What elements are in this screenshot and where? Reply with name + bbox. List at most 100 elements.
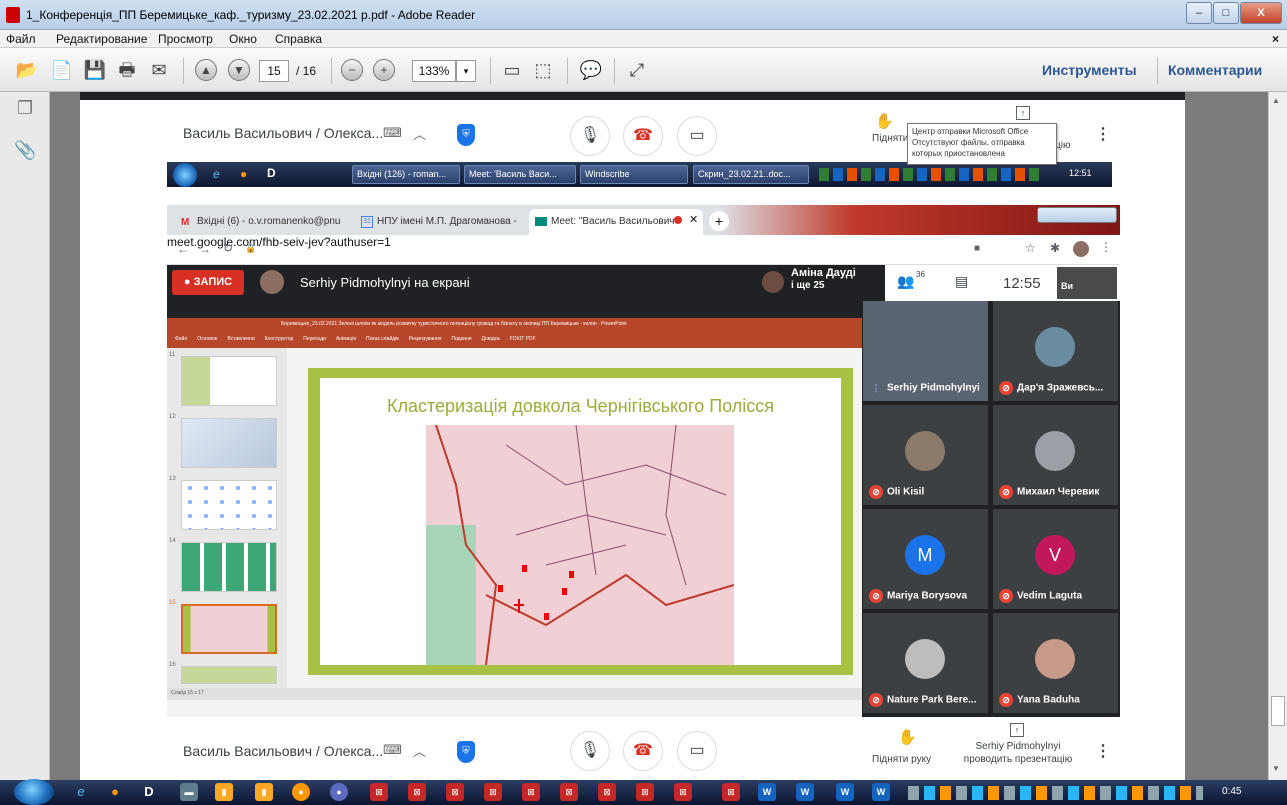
pdf-taskbar-icon[interactable]: ⊠: [722, 783, 740, 801]
slide-thumbnail-selected[interactable]: [181, 604, 277, 654]
microphone-icon[interactable]: 🎙: [570, 116, 610, 156]
more-options-icon[interactable]: ⋮: [1095, 741, 1111, 761]
pdf-taskbar-icon[interactable]: ⊠: [560, 783, 578, 801]
security-shield-icon[interactable]: ⛨: [457, 124, 475, 146]
comment-icon[interactable]: 💬: [578, 57, 604, 83]
zoom-out-icon[interactable]: −: [341, 59, 363, 81]
page-number-input[interactable]: 15: [259, 60, 289, 82]
participant-tile[interactable]: ⊘ Nature Park Bere...: [863, 613, 988, 713]
microphone-icon[interactable]: 🎙: [570, 731, 610, 771]
chrome-menu-icon[interactable]: ⋮: [1100, 240, 1112, 254]
participant-tile[interactable]: V ⊘ Vedim Laguta: [993, 509, 1118, 609]
raise-hand-icon[interactable]: ✋: [898, 728, 917, 746]
zoom-input[interactable]: 133%: [412, 60, 456, 82]
word-icon[interactable]: W: [836, 783, 854, 801]
firefox2-icon[interactable]: ●: [292, 783, 310, 801]
ie-icon[interactable]: e: [72, 783, 90, 801]
participant-tile[interactable]: ⊘ Oli Kisil: [863, 405, 988, 505]
maximize-button[interactable]: □: [1213, 2, 1239, 24]
bookmark-star-icon[interactable]: ☆: [1025, 241, 1036, 255]
next-page-icon[interactable]: ▼: [228, 59, 250, 81]
email-icon[interactable]: ✉: [146, 57, 172, 83]
scroll-thumb[interactable]: [1271, 696, 1285, 726]
d-app-icon[interactable]: D: [140, 783, 158, 801]
slide-thumbnail[interactable]: [181, 480, 277, 530]
zoom-dropdown-chevron-icon[interactable]: ▾: [456, 60, 476, 82]
create-pdf-icon[interactable]: 📄: [49, 57, 75, 83]
participant-tile[interactable]: M ⊘ Mariya Borysova: [863, 509, 988, 609]
captions-icon[interactable]: ⌨: [383, 742, 402, 758]
pdf-taskbar-icon[interactable]: ⊠: [522, 783, 540, 801]
prev-page-icon[interactable]: ▲: [195, 59, 217, 81]
close-button[interactable]: X: [1240, 2, 1282, 24]
scroll-down-icon[interactable]: ▼: [1272, 764, 1280, 773]
slide-thumbnail[interactable]: [181, 542, 277, 592]
camera-indicator-icon[interactable]: ■: [974, 243, 980, 254]
slide-thumbnail[interactable]: [181, 356, 277, 406]
menu-help[interactable]: Справка: [275, 32, 322, 46]
profile-avatar[interactable]: [1073, 241, 1089, 257]
menu-window[interactable]: Окно: [229, 32, 257, 46]
folder-icon[interactable]: ▮: [215, 783, 233, 801]
pdf-taskbar-icon[interactable]: ⊠: [446, 783, 464, 801]
firefox-icon[interactable]: ●: [106, 783, 124, 801]
vertical-scrollbar[interactable]: ▲ ▼: [1268, 92, 1287, 780]
participant-tile[interactable]: ⊘ Yana Baduha: [993, 613, 1118, 713]
participant-tile[interactable]: ⋮ Serhiy Pidmohylnyi: [863, 301, 988, 401]
system-tray-icons[interactable]: [908, 786, 1203, 800]
open-icon[interactable]: 📂: [14, 57, 40, 83]
reload-icon[interactable]: ↻: [223, 241, 233, 255]
tab-close-icon[interactable]: ✕: [689, 213, 698, 226]
chevron-up-icon[interactable]: ︿: [413, 124, 426, 143]
scroll-up-icon[interactable]: ▲: [1272, 96, 1280, 105]
present-icon[interactable]: ↑: [1016, 106, 1030, 120]
slide-thumbnail[interactable]: [181, 418, 277, 468]
word-icon[interactable]: W: [872, 783, 890, 801]
word-icon[interactable]: W: [796, 783, 814, 801]
pdf-taskbar-icon[interactable]: ⊠: [636, 783, 654, 801]
zoom-in-icon[interactable]: +: [373, 59, 395, 81]
raise-hand-icon[interactable]: ✋: [875, 112, 894, 130]
chrome-window-controls[interactable]: [1037, 207, 1117, 223]
comments-link[interactable]: Комментарии: [1168, 62, 1262, 78]
end-call-icon[interactable]: ☎: [623, 731, 663, 771]
extensions-icon[interactable]: ✱: [1050, 241, 1060, 255]
security-shield-icon[interactable]: ⛨: [457, 741, 475, 763]
full-screen-icon[interactable]: ⤢: [624, 57, 650, 83]
camera-icon[interactable]: ▭: [677, 116, 717, 156]
pdf-taskbar-icon[interactable]: ⊠: [370, 783, 388, 801]
menu-view[interactable]: Просмотр: [158, 32, 213, 46]
minimize-button[interactable]: –: [1186, 2, 1212, 24]
attachments-icon[interactable]: 📎: [14, 140, 36, 162]
menu-close-doc[interactable]: ×: [1272, 32, 1279, 46]
participants-icon[interactable]: 👥: [897, 273, 914, 290]
end-call-icon[interactable]: ☎: [623, 116, 663, 156]
more-options-icon[interactable]: ⋮: [1095, 124, 1111, 144]
fit-page-icon[interactable]: ▭: [499, 57, 525, 83]
camera-icon[interactable]: ▭: [677, 731, 717, 771]
folder2-icon[interactable]: ▮: [255, 783, 273, 801]
present-icon[interactable]: ↑: [1010, 723, 1024, 737]
new-tab-icon[interactable]: +: [709, 211, 729, 231]
pdf-taskbar-icon[interactable]: ⊠: [484, 783, 502, 801]
pdf-taskbar-icon[interactable]: ⊠: [598, 783, 616, 801]
menu-edit[interactable]: Редактирование: [56, 32, 147, 46]
captions-icon[interactable]: ⌨: [383, 125, 402, 141]
chevron-up-icon[interactable]: ︿: [413, 741, 426, 760]
participant-tile[interactable]: ⊘ Михаил Черевик: [993, 405, 1118, 505]
back-icon[interactable]: ←: [177, 242, 189, 256]
menu-file[interactable]: Файл: [6, 32, 36, 46]
tab-gmail[interactable]: Вхідні (6) - o.v.romanenko@pnu: [175, 209, 347, 235]
pdf-taskbar-icon[interactable]: ⊠: [408, 783, 426, 801]
start-button-icon[interactable]: [14, 779, 54, 805]
save-icon[interactable]: 💾: [82, 57, 108, 83]
tools-link[interactable]: Инструменты: [1042, 62, 1137, 78]
slide-thumbnail[interactable]: [181, 666, 277, 684]
forward-icon[interactable]: →: [199, 242, 211, 256]
chat-icon[interactable]: ▤: [955, 273, 968, 290]
participant-tile[interactable]: ⊘ Дар'я Зражевсь...: [993, 301, 1118, 401]
fit-width-icon[interactable]: ⬚: [530, 57, 556, 83]
pdf-taskbar-icon[interactable]: ⊠: [674, 783, 692, 801]
word-icon[interactable]: W: [758, 783, 776, 801]
page-thumbnails-icon[interactable]: ❐: [14, 98, 36, 120]
